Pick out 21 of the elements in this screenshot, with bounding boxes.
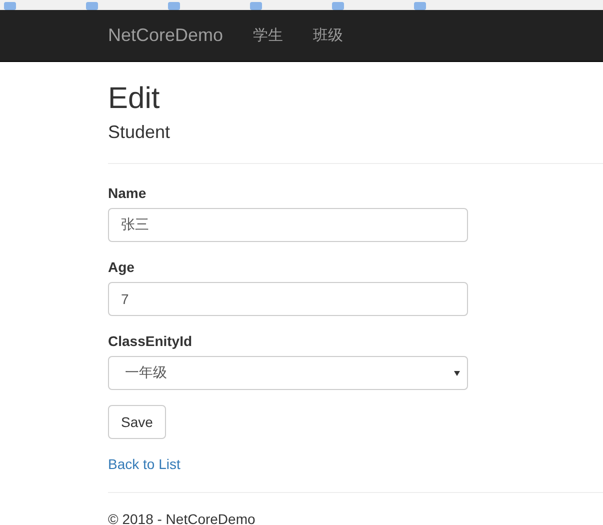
- bookmark-icon[interactable]: [414, 2, 426, 10]
- save-button[interactable]: Save: [108, 404, 166, 439]
- back-link[interactable]: Back to List: [108, 456, 180, 472]
- caret-icon: [454, 370, 460, 376]
- field-label: Age: [108, 258, 136, 275]
- page-title: Edit: [108, 82, 161, 115]
- field-label: Name: [108, 184, 148, 201]
- bookmark-icon[interactable]: [332, 2, 344, 10]
- footer-text: © 2018 - NetCoreDemo: [108, 512, 256, 525]
- bookmark-icon[interactable]: [168, 2, 180, 10]
- nav-link[interactable]: 班级: [313, 26, 344, 45]
- bookmark-icon[interactable]: [250, 2, 262, 10]
- brand-link[interactable]: NetCoreDemo: [108, 25, 224, 46]
- nav-link[interactable]: 学生: [253, 26, 284, 45]
- bookmark-icon[interactable]: [4, 2, 16, 10]
- input-field[interactable]: 张三: [108, 208, 468, 242]
- field-label: ClassEnityId: [108, 332, 194, 349]
- select-field[interactable]: 一年级: [108, 356, 468, 390]
- bookmark-icon[interactable]: [86, 2, 98, 10]
- input-field[interactable]: 7: [108, 282, 468, 316]
- page-subtitle: Student: [108, 123, 172, 143]
